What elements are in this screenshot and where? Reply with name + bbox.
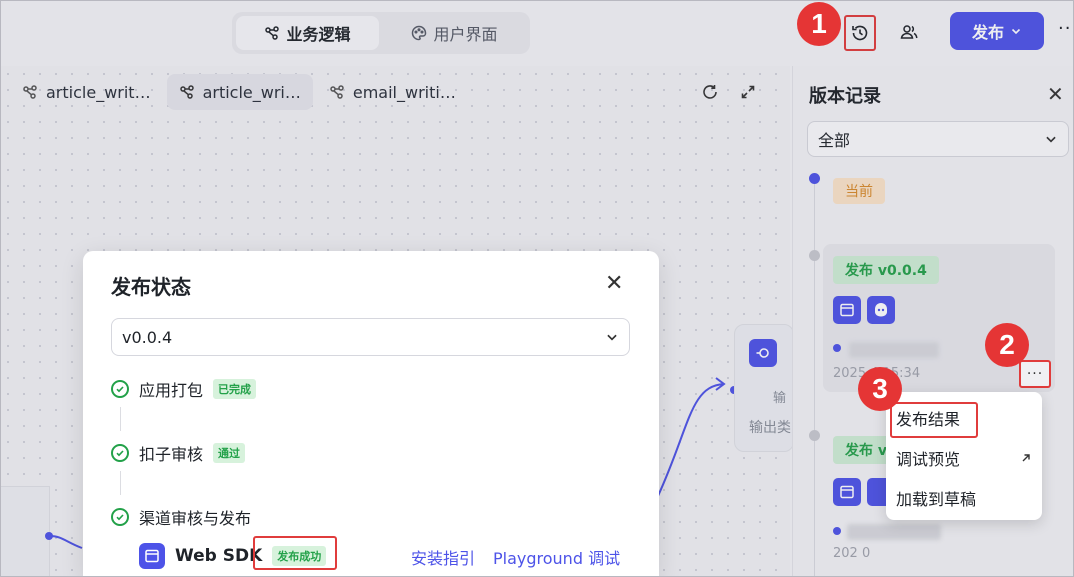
channel-name: Web SDK	[175, 546, 263, 566]
version-more-button[interactable]: ···	[1019, 360, 1051, 388]
step-connector	[120, 407, 121, 431]
step-label: 扣子审核	[139, 445, 204, 464]
step-connector	[120, 471, 121, 495]
menu-item-label: 发布结果	[896, 410, 961, 429]
web-sdk-icon	[139, 543, 165, 569]
version-context-menu: 发布结果 调试预览 加载到草稿	[886, 392, 1042, 520]
playground-debug-link[interactable]: Playground 调试	[493, 545, 620, 569]
install-guide-link[interactable]: 安装指引	[411, 545, 475, 569]
menu-item-label: 加载到草稿	[896, 490, 977, 509]
callout-badge-2: 2	[985, 323, 1029, 367]
menu-item-load-draft[interactable]: 加载到草稿	[886, 478, 1042, 518]
step-status-tag: 通过	[213, 443, 246, 463]
step-package: 应用打包 已完成	[111, 377, 257, 401]
step-review: 扣子审核 通过	[111, 441, 246, 465]
step-label: 渠道审核与发布	[139, 509, 252, 528]
callout-badge-3: 3	[858, 367, 902, 411]
step-channel-publish: 渠道审核与发布	[111, 505, 251, 529]
menu-item-publish-result[interactable]: 发布结果	[886, 398, 1042, 438]
external-link-icon	[1020, 452, 1032, 464]
check-circle-icon	[111, 508, 129, 526]
version-select[interactable]: v0.0.4	[111, 318, 630, 356]
dialog-title: 发布状态	[111, 275, 191, 299]
menu-item-debug-preview[interactable]: 调试预览	[886, 438, 1042, 478]
check-circle-icon	[111, 380, 129, 398]
chevron-down-icon	[605, 330, 619, 344]
highlight-box	[253, 536, 337, 570]
version-select-value: v0.0.4	[122, 327, 173, 347]
publish-status-dialog: 发布状态 ✕ v0.0.4 应用打包 已完成 扣子审核 通过 渠道审核与发布 W…	[83, 251, 659, 577]
step-status-tag: 已完成	[213, 379, 257, 399]
callout-badge-1: 1	[797, 2, 841, 46]
close-icon[interactable]: ✕	[605, 271, 623, 296]
step-label: 应用打包	[139, 381, 204, 400]
menu-item-label: 调试预览	[896, 450, 961, 469]
check-circle-icon	[111, 444, 129, 462]
